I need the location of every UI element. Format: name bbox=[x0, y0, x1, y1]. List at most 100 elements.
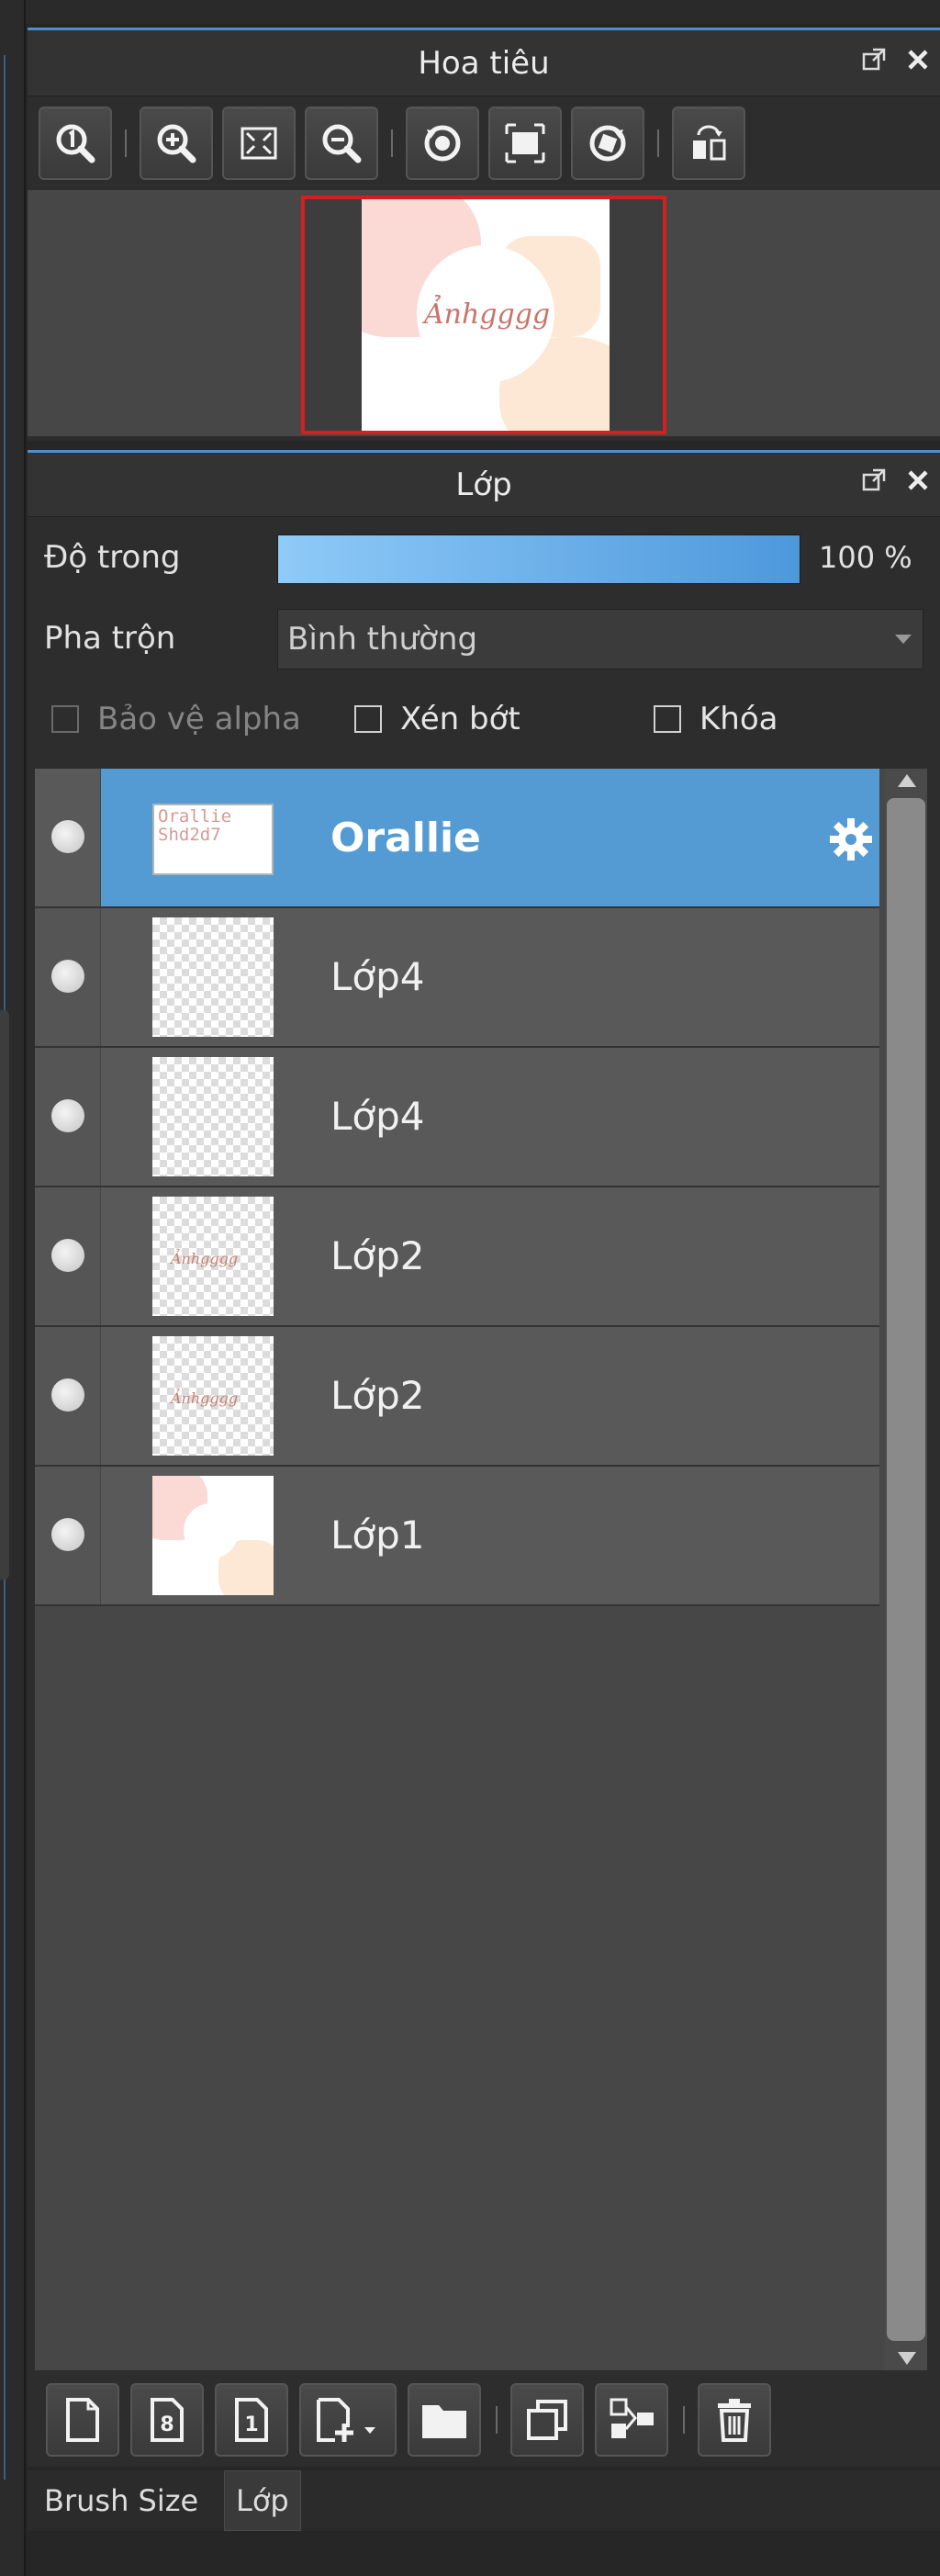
delete-layer-icon bbox=[718, 2399, 751, 2442]
zoom-out-button[interactable] bbox=[305, 107, 378, 180]
layer-list-scrollbar[interactable] bbox=[885, 769, 927, 2370]
layer-thumbnail bbox=[152, 1476, 274, 1595]
protect-alpha-checkbox[interactable]: Bảo vệ alpha bbox=[51, 701, 301, 737]
layer-panel-header: Lớp bbox=[28, 453, 940, 517]
new-8bit-layer-icon: 8 bbox=[151, 2398, 184, 2442]
clipping-label: Xén bớt bbox=[400, 701, 520, 737]
duplicate-layer-button[interactable] bbox=[510, 2383, 584, 2457]
merge-down-button[interactable] bbox=[595, 2383, 668, 2457]
preview-text: Ảnhgggg bbox=[424, 298, 551, 331]
add-layer-menu-icon bbox=[317, 2398, 375, 2442]
opacity-slider[interactable] bbox=[277, 534, 800, 584]
new-layer-button[interactable] bbox=[46, 2383, 119, 2457]
new-8bit-layer-button[interactable]: 8 bbox=[130, 2383, 204, 2457]
navigator-title: Hoa tiêu bbox=[418, 44, 550, 82]
new-folder-button[interactable] bbox=[408, 2383, 481, 2457]
toolbar-separator bbox=[657, 129, 659, 157]
reset-view-icon bbox=[505, 123, 545, 163]
left-dock-strip bbox=[0, 0, 26, 2576]
tab-layer[interactable]: Lớp bbox=[224, 2470, 301, 2531]
opacity-value: 100 % bbox=[819, 540, 912, 575]
visibility-toggle[interactable] bbox=[35, 1327, 101, 1465]
layer-name: Lớp1 bbox=[330, 1513, 425, 1558]
layer-name: Lớp2 bbox=[330, 1233, 425, 1278]
visibility-dot-icon bbox=[51, 1518, 84, 1551]
panel-tab-bar: Brush Size Lớp bbox=[28, 2470, 940, 2531]
clipping-checkbox[interactable]: Xén bớt bbox=[354, 701, 520, 737]
lock-checkbox[interactable]: Khóa bbox=[654, 701, 778, 737]
checkbox-box bbox=[51, 705, 79, 733]
fit-screen-button[interactable] bbox=[222, 107, 296, 180]
zoom-in-button[interactable] bbox=[140, 107, 213, 180]
add-layer-menu-button[interactable] bbox=[299, 2383, 397, 2457]
navigator-header: Hoa tiêu bbox=[28, 30, 940, 96]
top-bar bbox=[26, 0, 940, 24]
layer-toolbar: 8 1 bbox=[35, 2378, 927, 2462]
merge-down-icon bbox=[610, 2398, 654, 2438]
blend-mode-select[interactable]: Bình thường bbox=[277, 609, 923, 669]
reset-view-button[interactable] bbox=[488, 107, 562, 180]
close-icon[interactable] bbox=[901, 43, 934, 76]
visibility-toggle[interactable] bbox=[35, 1048, 101, 1186]
layer-thumbnail: Ảnhgggg bbox=[152, 1197, 274, 1316]
visibility-toggle[interactable] bbox=[35, 1187, 101, 1325]
layer-panel-title: Lớp bbox=[455, 466, 512, 503]
flip-horizontal-icon bbox=[693, 125, 726, 161]
undock-icon[interactable] bbox=[857, 464, 890, 497]
new-layer-icon bbox=[66, 2398, 99, 2442]
navigator-viewport-frame[interactable]: Ảnhgggg bbox=[301, 196, 666, 434]
toolbar-separator bbox=[391, 129, 393, 157]
navigator-preview-area[interactable]: Ảnhgggg bbox=[28, 190, 940, 436]
rotate-left-button[interactable] bbox=[406, 107, 479, 180]
svg-text:1: 1 bbox=[244, 2413, 258, 2436]
toolbar-separator bbox=[683, 2406, 685, 2434]
undock-icon[interactable] bbox=[857, 43, 890, 76]
rotate-right-icon bbox=[589, 125, 626, 162]
visibility-dot-icon bbox=[51, 960, 84, 993]
layer-item-lop2-copy[interactable]: Ảnhgggg Lớp2 bbox=[35, 1327, 879, 1467]
layer-item-orallie[interactable]: Orallie Shd2d7 Orallie bbox=[35, 769, 879, 908]
blend-label: Pha trộn bbox=[44, 620, 176, 657]
duplicate-layer-icon bbox=[527, 2400, 567, 2440]
scroll-up-icon[interactable] bbox=[898, 774, 916, 787]
zoom-actual-icon bbox=[56, 124, 95, 163]
new-1bit-layer-button[interactable]: 1 bbox=[215, 2383, 288, 2457]
opacity-row: Độ trong 100 % bbox=[28, 517, 940, 598]
delete-layer-button[interactable] bbox=[698, 2383, 771, 2457]
thumbnail-text: Ảnhgggg bbox=[171, 1389, 239, 1407]
layer-item-lop4-copy[interactable]: Lớp4 bbox=[35, 1048, 879, 1187]
rotate-left-icon bbox=[424, 125, 461, 162]
blend-mode-value: Bình thường bbox=[287, 621, 478, 658]
flip-horizontal-button[interactable] bbox=[672, 107, 745, 180]
thumbnail-text: Orallie Shd2d7 bbox=[158, 806, 232, 845]
close-icon[interactable] bbox=[901, 464, 934, 497]
gear-icon[interactable] bbox=[828, 816, 874, 862]
layer-thumbnail bbox=[152, 1057, 274, 1176]
layer-item-lop2[interactable]: Ảnhgggg Lớp2 bbox=[35, 1187, 879, 1327]
zoom-actual-button[interactable] bbox=[39, 107, 112, 180]
checkbox-box bbox=[654, 705, 681, 733]
visibility-toggle[interactable] bbox=[35, 769, 101, 906]
visibility-toggle[interactable] bbox=[35, 908, 101, 1046]
lock-label: Khóa bbox=[699, 701, 778, 737]
layer-item-lop1[interactable]: Lớp1 bbox=[35, 1467, 879, 1606]
visibility-toggle[interactable] bbox=[35, 1467, 101, 1604]
navigator-panel: Hoa tiêu Ảnhgggg bbox=[28, 28, 940, 441]
visibility-dot-icon bbox=[51, 1099, 84, 1132]
opacity-label: Độ trong bbox=[44, 539, 181, 576]
visibility-dot-icon bbox=[51, 1378, 84, 1412]
scroll-down-icon[interactable] bbox=[898, 2352, 916, 2365]
tab-brush-size[interactable]: Brush Size bbox=[33, 2470, 209, 2531]
layer-name: Orallie bbox=[330, 815, 481, 861]
layer-options-row: Bảo vệ alpha Xén bớt Khóa bbox=[28, 679, 940, 759]
layer-thumbnail: Orallie Shd2d7 bbox=[152, 804, 274, 875]
layer-name: Lớp2 bbox=[330, 1373, 425, 1418]
zoom-in-icon bbox=[157, 124, 196, 163]
dock-resize-grip[interactable] bbox=[0, 1010, 9, 1580]
layer-item-lop4[interactable]: Lớp4 bbox=[35, 908, 879, 1048]
scrollbar-thumb[interactable] bbox=[887, 798, 925, 2341]
opacity-slider-fill bbox=[278, 535, 800, 583]
new-1bit-layer-icon: 1 bbox=[235, 2398, 268, 2442]
rotate-right-button[interactable] bbox=[571, 107, 644, 180]
fit-screen-icon bbox=[241, 127, 277, 160]
